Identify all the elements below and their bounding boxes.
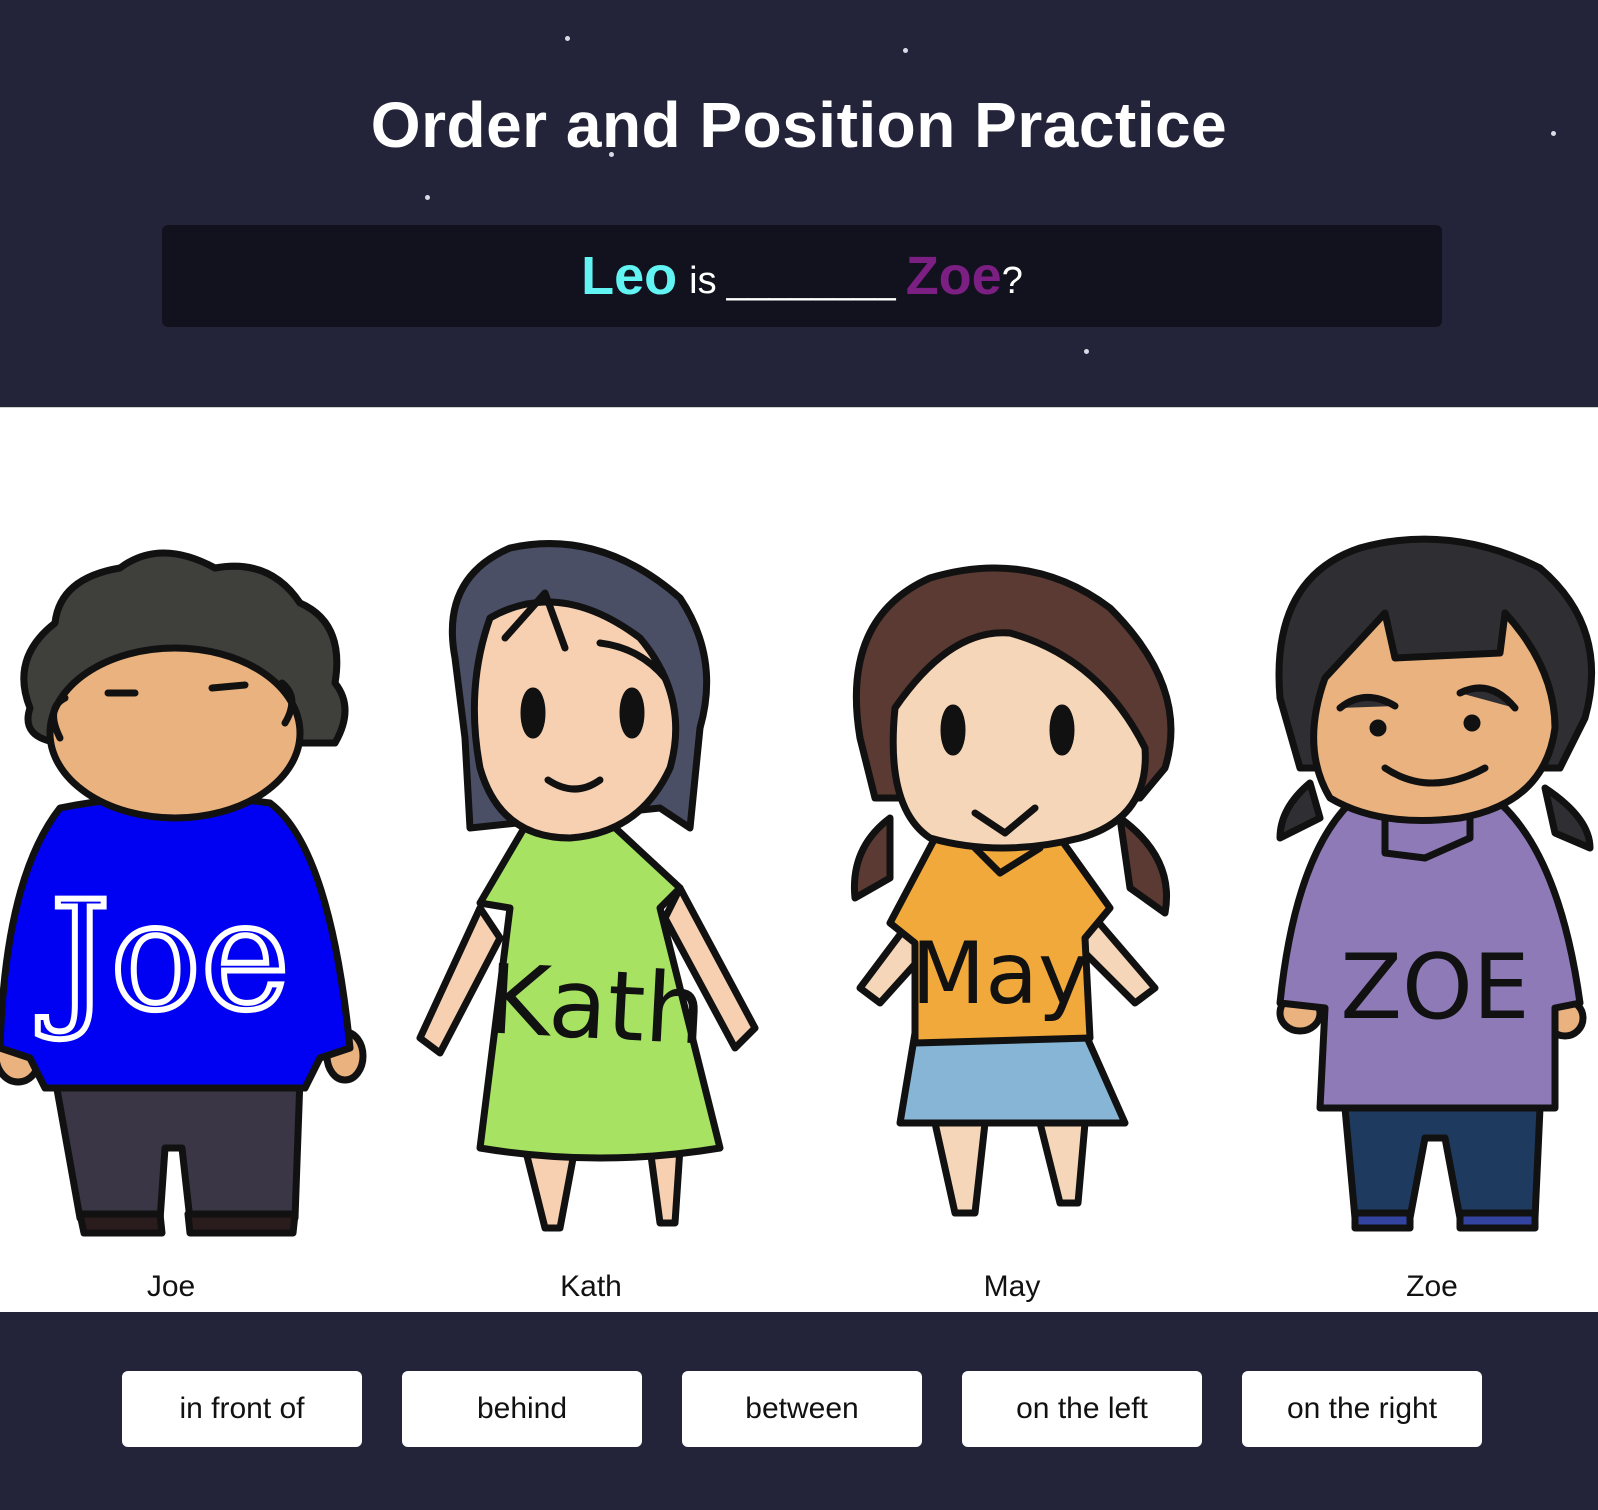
character-kath-figure	[416, 540, 759, 1232]
joe-shirt-text: Joe	[37, 870, 289, 1044]
zoe-shirt-text: ZOE	[1340, 935, 1529, 1040]
characters-scene: Joe Kath May ZOE Joe Kath May Zoe	[0, 407, 1598, 1313]
answer-options: in front of behind between on the left o…	[0, 1312, 1598, 1510]
option-between-button[interactable]: between	[682, 1371, 922, 1447]
question-box: Leo is ________ Zoe ?	[162, 225, 1442, 327]
page-title: Order and Position Practice	[370, 89, 1228, 161]
option-in-front-of-button[interactable]: in front of	[122, 1371, 362, 1447]
character-may-figure	[850, 564, 1175, 1217]
star	[1084, 349, 1089, 354]
option-on-the-left-button[interactable]: on the left	[962, 1371, 1202, 1447]
character-label-kath: Kath	[560, 1270, 622, 1303]
question-blank: ________	[726, 259, 896, 302]
option-behind-button[interactable]: behind	[402, 1371, 642, 1447]
may-shirt-text: May	[911, 924, 1089, 1024]
option-on-the-right-button[interactable]: on the right	[1242, 1371, 1482, 1447]
header: Order and Position Practice Leo is _____…	[0, 0, 1598, 407]
kath-shirt-text: Kath	[485, 943, 709, 1066]
question-verb: is	[689, 259, 717, 302]
question-subject: Leo	[581, 246, 678, 306]
character-label-zoe: Zoe	[1406, 1270, 1458, 1303]
star	[565, 36, 570, 41]
question-mark: ?	[1001, 259, 1023, 302]
characters-illustration: Joe Kath May ZOE	[0, 535, 1596, 1237]
character-zoe-figure	[1275, 535, 1596, 1232]
star	[425, 195, 430, 200]
question-object: Zoe	[905, 246, 1002, 306]
star	[903, 48, 908, 53]
character-label-joe: Joe	[146, 1270, 196, 1303]
character-label-may: May	[983, 1270, 1041, 1303]
